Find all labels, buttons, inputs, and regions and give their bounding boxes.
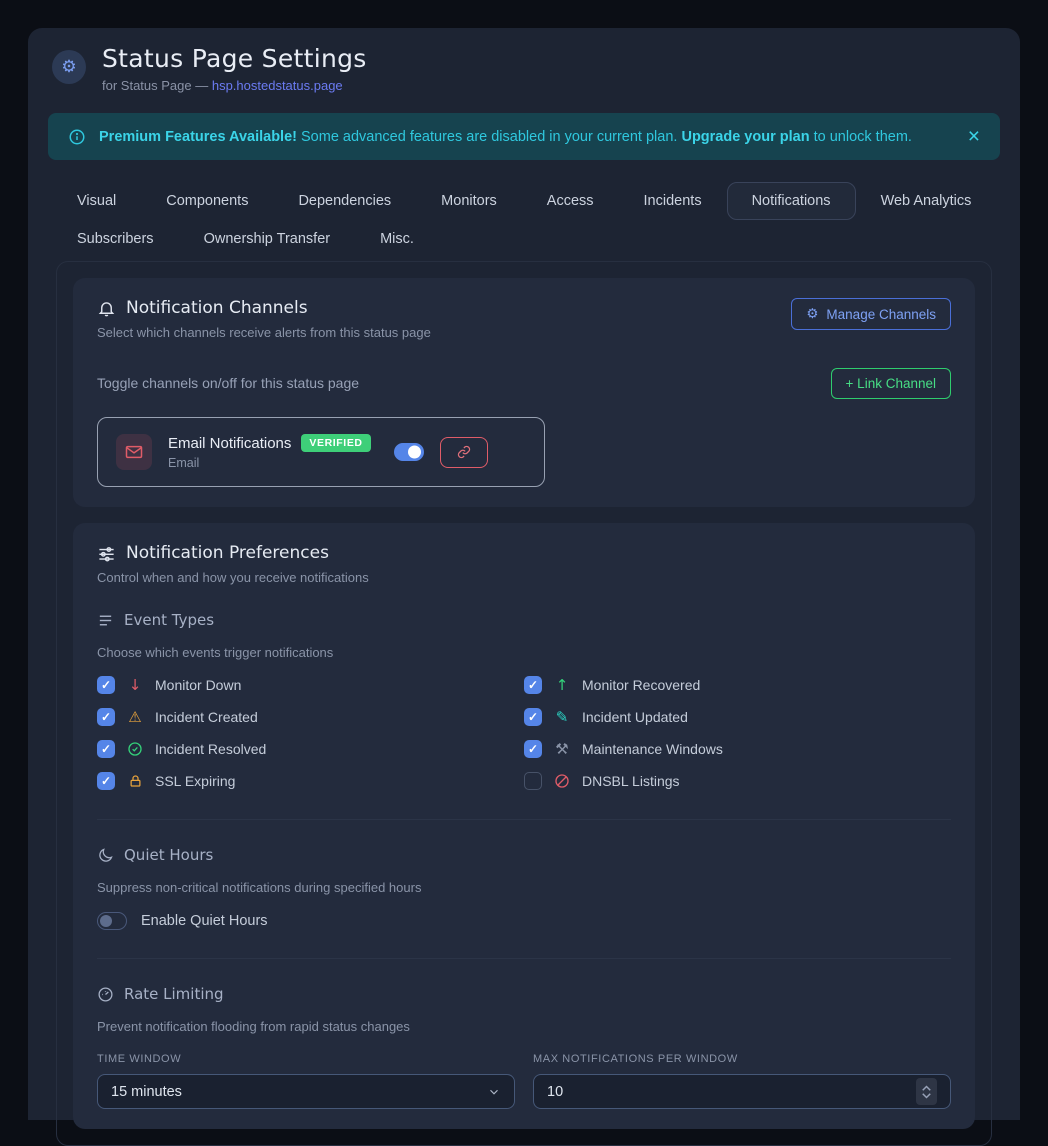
incident-resolved-checkbox[interactable] bbox=[97, 740, 115, 758]
quiet-hours-subtitle: Suppress non-critical notifications duri… bbox=[97, 880, 951, 895]
dnsbl-icon bbox=[553, 773, 571, 789]
list-icon bbox=[97, 612, 114, 629]
time-window-label: TIME WINDOW bbox=[97, 1053, 515, 1065]
channel-type: Email bbox=[168, 456, 378, 470]
tab-dependencies[interactable]: Dependencies bbox=[273, 182, 416, 220]
quiet-hours-toggle[interactable] bbox=[97, 912, 127, 930]
tab-subscribers[interactable]: Subscribers bbox=[52, 220, 179, 258]
channels-subtitle: Select which channels receive alerts fro… bbox=[97, 325, 431, 340]
banner-text: Premium Features Available! Some advance… bbox=[99, 129, 912, 145]
maintenance-checkbox[interactable] bbox=[524, 740, 542, 758]
channel-toggle[interactable] bbox=[394, 443, 424, 461]
status-page-link[interactable]: hsp.hostedstatus.page bbox=[212, 78, 343, 93]
event-types-grid: ↓ Monitor Down ↑ Monitor Recovered ⚠ Inc… bbox=[97, 675, 951, 791]
event-row-incident-resolved: Incident Resolved bbox=[97, 739, 524, 759]
channel-item-email: Email Notifications VERIFIED Email bbox=[97, 417, 545, 487]
number-stepper[interactable] bbox=[916, 1078, 937, 1105]
event-row-ssl-expiring: SSL Expiring bbox=[97, 771, 524, 791]
tab-misc[interactable]: Misc. bbox=[355, 220, 439, 258]
divider bbox=[97, 819, 951, 820]
tab-access[interactable]: Access bbox=[522, 182, 619, 220]
event-row-maintenance-windows: ⚒ Maintenance Windows bbox=[524, 739, 951, 759]
incident-updated-icon: ✎ bbox=[553, 710, 571, 725]
incident-created-checkbox[interactable] bbox=[97, 708, 115, 726]
event-row-incident-created: ⚠ Incident Created bbox=[97, 707, 524, 727]
manage-channels-button[interactable]: ⚙ Manage Channels bbox=[791, 298, 951, 330]
verified-badge: VERIFIED bbox=[301, 434, 370, 452]
rate-limiting-form: TIME WINDOW 15 minutes MAX NOTIFICATIONS… bbox=[97, 1053, 951, 1109]
dnsbl-checkbox[interactable] bbox=[524, 772, 542, 790]
gauge-icon bbox=[97, 986, 114, 1003]
divider bbox=[97, 958, 951, 959]
gear-icon: ⚙ bbox=[61, 57, 76, 77]
monitor-recovered-icon: ↑ bbox=[553, 678, 571, 693]
monitor-down-checkbox[interactable] bbox=[97, 676, 115, 694]
link-channel-button[interactable]: + Link Channel bbox=[831, 368, 951, 399]
event-row-monitor-recovered: ↑ Monitor Recovered bbox=[524, 675, 951, 695]
incident-updated-checkbox[interactable] bbox=[524, 708, 542, 726]
page-title: Status Page Settings bbox=[102, 44, 367, 73]
page-subtitle: for Status Page — hsp.hostedstatus.page bbox=[102, 78, 367, 93]
page-header: ⚙ Status Page Settings for Status Page —… bbox=[48, 40, 1000, 93]
tab-visual[interactable]: Visual bbox=[52, 182, 141, 220]
notification-channels-card: Notification Channels Select which chann… bbox=[73, 278, 975, 507]
quiet-hours-toggle-label: Enable Quiet Hours bbox=[141, 913, 268, 929]
rate-limiting-subtitle: Prevent notification flooding from rapid… bbox=[97, 1019, 951, 1034]
tab-web-analytics[interactable]: Web Analytics bbox=[856, 182, 997, 220]
bell-icon bbox=[97, 299, 116, 318]
ssl-lock-icon bbox=[126, 773, 144, 789]
event-types-subtitle: Choose which events trigger notification… bbox=[97, 645, 951, 660]
settings-tabs: Visual Components Dependencies Monitors … bbox=[52, 182, 1000, 258]
gear-icon: ⚙ bbox=[806, 306, 818, 322]
event-types-heading: Event Types bbox=[97, 611, 951, 629]
premium-banner: Premium Features Available! Some advance… bbox=[48, 113, 1000, 160]
preferences-subtitle: Control when and how you receive notific… bbox=[97, 570, 951, 585]
event-row-monitor-down: ↓ Monitor Down bbox=[97, 675, 524, 695]
event-row-incident-updated: ✎ Incident Updated bbox=[524, 707, 951, 727]
toggle-channels-hint: Toggle channels on/off for this status p… bbox=[97, 375, 359, 391]
time-window-select[interactable]: 15 minutes bbox=[97, 1074, 515, 1109]
monitor-down-icon: ↓ bbox=[126, 678, 144, 693]
sliders-icon bbox=[97, 544, 116, 563]
incident-resolved-icon bbox=[126, 741, 144, 757]
info-icon bbox=[68, 128, 86, 146]
max-notifications-input[interactable]: 10 bbox=[533, 1074, 951, 1109]
event-row-dnsbl-listings: DNSBL Listings bbox=[524, 771, 951, 791]
settings-panel: ⚙ Status Page Settings for Status Page —… bbox=[28, 28, 1020, 1120]
ssl-checkbox[interactable] bbox=[97, 772, 115, 790]
channel-name: Email Notifications bbox=[168, 435, 291, 452]
tab-incidents[interactable]: Incidents bbox=[619, 182, 727, 220]
chain-link-icon bbox=[457, 445, 471, 459]
close-icon[interactable]: × bbox=[968, 126, 980, 147]
max-notifications-label: MAX NOTIFICATIONS PER WINDOW bbox=[533, 1053, 951, 1065]
unlink-channel-button[interactable] bbox=[440, 437, 488, 468]
tab-notifications[interactable]: Notifications bbox=[727, 182, 856, 220]
tab-ownership-transfer[interactable]: Ownership Transfer bbox=[179, 220, 356, 258]
monitor-recovered-checkbox[interactable] bbox=[524, 676, 542, 694]
notifications-tab-content: Notification Channels Select which chann… bbox=[56, 261, 992, 1146]
chevron-down-icon bbox=[487, 1085, 501, 1099]
tab-components[interactable]: Components bbox=[141, 182, 273, 220]
channels-heading: Notification Channels bbox=[97, 298, 431, 318]
notification-preferences-card: Notification Preferences Control when an… bbox=[73, 523, 975, 1129]
maintenance-icon: ⚒ bbox=[553, 742, 571, 757]
rate-limiting-heading: Rate Limiting bbox=[97, 985, 951, 1003]
upgrade-plan-link[interactable]: Upgrade your plan bbox=[681, 129, 809, 145]
preferences-heading: Notification Preferences bbox=[97, 543, 951, 563]
gear-avatar: ⚙ bbox=[52, 50, 86, 84]
tab-monitors[interactable]: Monitors bbox=[416, 182, 522, 220]
quiet-hours-heading: Quiet Hours bbox=[97, 846, 951, 864]
email-icon bbox=[116, 434, 152, 470]
incident-created-icon: ⚠ bbox=[126, 710, 144, 725]
moon-icon bbox=[97, 847, 114, 864]
